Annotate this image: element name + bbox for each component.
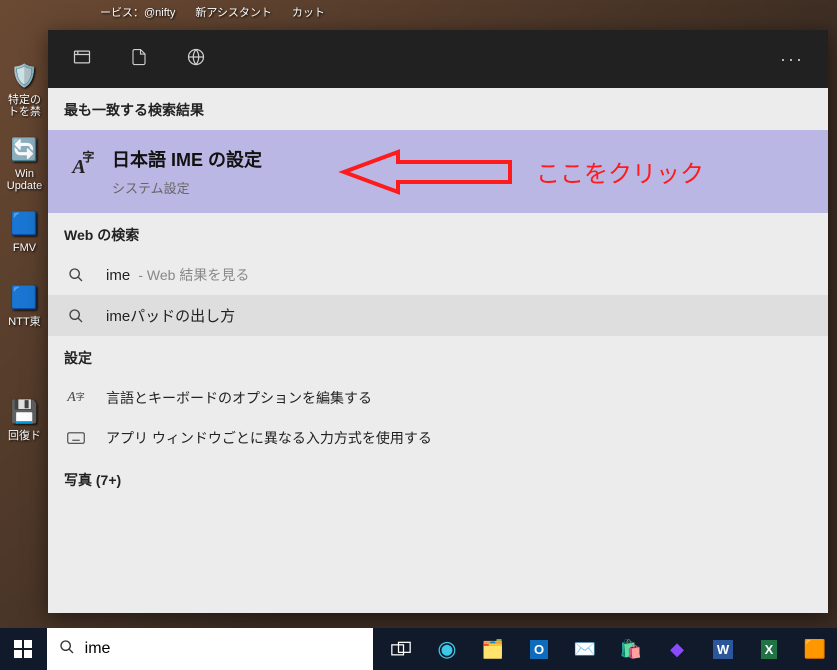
top-label-3: カット: [292, 4, 325, 20]
explorer-icon[interactable]: 🗂️: [471, 628, 515, 670]
web-search-header: Web の検索: [48, 213, 828, 255]
web-result-ime[interactable]: ime - Web 結果を見る: [48, 255, 828, 295]
best-match-header: 最も一致する検索結果: [48, 88, 828, 130]
mail-icon[interactable]: ✉️: [563, 628, 607, 670]
tab-documents-icon[interactable]: [130, 47, 148, 72]
search-icon: [64, 308, 88, 324]
recovery-icon: 💾: [9, 396, 41, 428]
task-view-icon[interactable]: [379, 628, 423, 670]
tab-web-icon[interactable]: [186, 47, 206, 72]
settings-row-title: 言語とキーボードのオプションを編集する: [106, 388, 372, 408]
search-icon: [64, 267, 88, 283]
start-button[interactable]: [0, 628, 47, 670]
web-result-text: imeパッドの出し方: [106, 305, 235, 326]
more-icon[interactable]: ···: [780, 49, 804, 70]
taskbar-pinned-icons: ◉ 🗂️ O ✉️ 🛍️ ◆ W X 🟧: [373, 628, 837, 670]
desktop-icon-label: FMV: [13, 242, 36, 254]
edge-icon[interactable]: ◉: [425, 628, 469, 670]
result-subtitle: システム設定: [112, 178, 262, 197]
outlook-icon[interactable]: O: [517, 628, 561, 670]
settings-per-app-input[interactable]: アプリ ウィンドウごとに異なる入力方式を使用する: [48, 418, 828, 458]
top-label-2: 新アシスタント: [195, 4, 272, 20]
desktop-icon-5[interactable]: 💾 回復ド: [2, 396, 47, 464]
desktop-icon-1[interactable]: 🛡️ 特定の トを禁: [2, 60, 47, 128]
keyboard-icon: [64, 431, 88, 445]
language-icon: A字: [64, 390, 88, 406]
search-results-panel: ··· 最も一致する検索結果 A字 日本語 IME の設定 システム設定 ここを…: [48, 30, 828, 613]
app-icon[interactable]: ◆: [655, 628, 699, 670]
desktop-icon-2[interactable]: 🔄 Win Update: [2, 134, 47, 202]
result-title: 日本語 IME の設定: [112, 146, 262, 172]
desktop-icon-label: 回復ド: [8, 430, 41, 442]
taskbar-search-box[interactable]: [47, 628, 373, 670]
desktop-icon-4[interactable]: 🟦 NTT東: [2, 282, 47, 350]
desktop-icons-column: 🛡️ 特定の トを禁 🔄 Win Update 🟦 FMV 🟦 NTT東 💾 回…: [2, 0, 47, 464]
taskbar: ◉ 🗂️ O ✉️ 🛍️ ◆ W X 🟧: [0, 628, 837, 670]
word-icon[interactable]: W: [701, 628, 745, 670]
web-result-text: ime: [106, 267, 130, 284]
desktop-icon-label: NTT東: [8, 316, 40, 328]
desktop-icon-label: 特定の トを禁: [8, 94, 41, 118]
settings-language-options[interactable]: A字 言語とキーボードのオプションを編集する: [48, 378, 828, 418]
fmv-icon: 🟦: [9, 208, 41, 240]
top-label-1: ービス：@nifty: [100, 4, 175, 20]
web-result-suffix: - Web 結果を見る: [138, 267, 249, 283]
web-result-ime-pad[interactable]: imeパッドの出し方: [48, 295, 828, 336]
ntt-icon: 🟦: [9, 282, 41, 314]
shield-icon: 🛡️: [9, 60, 41, 92]
desktop-icon-3[interactable]: 🟦 FMV: [2, 208, 47, 276]
app2-icon[interactable]: 🟧: [793, 628, 837, 670]
settings-header: 設定: [48, 336, 828, 378]
store-icon[interactable]: 🛍️: [609, 628, 653, 670]
result-ime-settings[interactable]: A字 日本語 IME の設定 システム設定 ここをクリック: [48, 130, 828, 213]
desktop-top-labels: ービス：@nifty 新アシスタント カット: [100, 0, 837, 24]
update-icon: 🔄: [9, 134, 41, 166]
settings-row-title: アプリ ウィンドウごとに異なる入力方式を使用する: [106, 428, 432, 448]
language-icon: A字: [64, 152, 94, 182]
annotation-text: ここをクリック: [536, 154, 704, 189]
photos-header: 写真 (7+): [48, 458, 828, 500]
excel-icon[interactable]: X: [747, 628, 791, 670]
search-icon: [59, 639, 75, 660]
tab-all-icon[interactable]: [72, 47, 92, 72]
annotation-arrow: ここをクリック: [338, 144, 704, 200]
panel-top-tabs: ···: [48, 30, 828, 88]
search-input[interactable]: [85, 640, 361, 658]
desktop-icon-label: Win Update: [7, 168, 42, 192]
